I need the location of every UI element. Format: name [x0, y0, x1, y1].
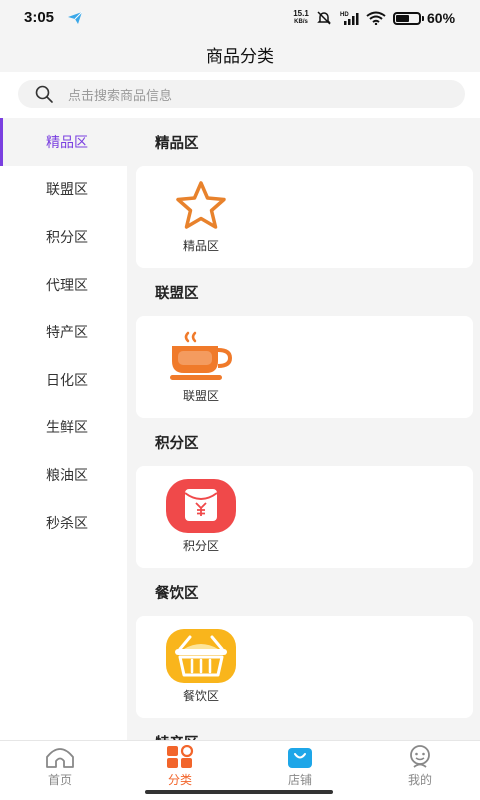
cell-signal-icon: HD [340, 12, 359, 25]
battery-icon [393, 12, 421, 25]
sidebar-item-jifen[interactable]: 积分区 [0, 213, 127, 261]
tab-label: 分类 [167, 773, 192, 787]
sidebar-item-label: 特产区 [46, 324, 88, 341]
section-techan: 特产区 [127, 718, 480, 741]
section-title: 积分区 [155, 435, 199, 452]
net-speed-unit: KB/s [294, 19, 308, 25]
sidebar-item-label: 精品区 [46, 133, 88, 150]
net-speed: 15.1 KB/s [291, 10, 311, 26]
sidebar-item-label: 代理区 [46, 276, 88, 293]
tab-profile[interactable]: 我的 [360, 741, 480, 800]
section-card: 精品区 [136, 166, 473, 268]
section-title: 餐饮区 [155, 585, 199, 602]
sidebar-item-label: 秒杀区 [46, 514, 88, 531]
category-tile-jifen[interactable]: 积分区 [161, 478, 241, 554]
basket-icon [166, 629, 236, 683]
section-card: 餐饮区 [136, 616, 473, 718]
battery-percent: 60% [427, 10, 456, 26]
status-bar: 3:05 15.1 KB/s HD 60% [0, 0, 480, 36]
section-card: 联盟区 [136, 316, 473, 418]
sidebar-item-liangyou[interactable]: 粮油区 [0, 451, 127, 499]
tile-label: 积分区 [182, 539, 219, 553]
tab-label: 我的 [407, 773, 432, 787]
sidebar-item-daili[interactable]: 代理区 [0, 261, 127, 309]
star-icon [176, 181, 226, 229]
red-packet-icon [166, 479, 236, 533]
tile-label: 餐饮区 [182, 689, 219, 703]
sidebar-item-rihua[interactable]: 日化区 [0, 356, 127, 404]
sidebar-item-miaosha[interactable]: 秒杀区 [0, 499, 127, 547]
category-sidebar: 精品区 联盟区 积分区 代理区 特产区 日化区 生鲜区 粮油区 秒杀区 [0, 118, 127, 740]
tile-label: 联盟区 [182, 389, 219, 403]
category-tile-canyin[interactable]: 餐饮区 [161, 628, 241, 704]
coffee-cup-icon [170, 331, 233, 380]
section-title: 联盟区 [155, 285, 199, 302]
tab-label: 首页 [47, 773, 72, 787]
wifi-icon [366, 11, 386, 25]
section-jifen: 积分区 积分区 [127, 418, 480, 568]
title-bar: 商品分类 [0, 36, 480, 72]
sidebar-item-label: 积分区 [46, 228, 88, 245]
profile-icon [410, 745, 430, 768]
section-canyin: 餐饮区 餐饮区 [127, 568, 480, 718]
category-tile-jingpin[interactable]: 精品区 [161, 178, 241, 254]
section-jingpin: 精品区 精品区 [127, 118, 480, 268]
tab-home[interactable]: 首页 [0, 741, 120, 800]
search-bar-container: 点击搜索商品信息 [0, 72, 480, 118]
sidebar-item-shengxian[interactable]: 生鲜区 [0, 404, 127, 452]
section-lianmeng: 联盟区 联盟区 [127, 268, 480, 418]
section-card: 积分区 [136, 466, 473, 568]
home-icon [46, 748, 74, 768]
bell-muted-icon [317, 11, 331, 25]
battery-tip [422, 16, 424, 21]
shop-bag-icon [288, 748, 312, 768]
sidebar-item-label: 生鲜区 [46, 419, 88, 436]
section-title: 特产区 [127, 718, 480, 741]
status-time: 3:05 [24, 9, 55, 26]
sidebar-item-label: 日化区 [46, 371, 88, 388]
category-content: 精品区 精品区 联盟区 联盟区 积分区 积分区 餐饮区 餐饮区 [127, 118, 480, 740]
tile-label: 精品区 [182, 239, 219, 253]
section-title: 精品区 [155, 135, 199, 152]
category-icon [167, 745, 194, 768]
tab-label: 店铺 [287, 773, 312, 787]
category-tile-lianmeng[interactable]: 联盟区 [161, 328, 241, 404]
paper-plane-icon [68, 11, 83, 24]
sidebar-item-techan[interactable]: 特产区 [0, 308, 127, 356]
net-speed-value: 15.1 [293, 9, 309, 18]
sidebar-item-jingpin[interactable]: 精品区 [0, 118, 127, 166]
battery-level [396, 15, 409, 22]
sidebar-item-label: 联盟区 [46, 181, 88, 198]
page-title: 商品分类 [206, 46, 274, 66]
search-input[interactable]: 点击搜索商品信息 [18, 80, 465, 108]
sidebar-item-label: 粮油区 [46, 466, 88, 483]
home-indicator [145, 790, 333, 794]
search-placeholder: 点击搜索商品信息 [68, 87, 173, 103]
signal-hd-label: HD [340, 12, 349, 18]
search-icon [35, 85, 53, 103]
sidebar-item-lianmeng[interactable]: 联盟区 [0, 166, 127, 214]
